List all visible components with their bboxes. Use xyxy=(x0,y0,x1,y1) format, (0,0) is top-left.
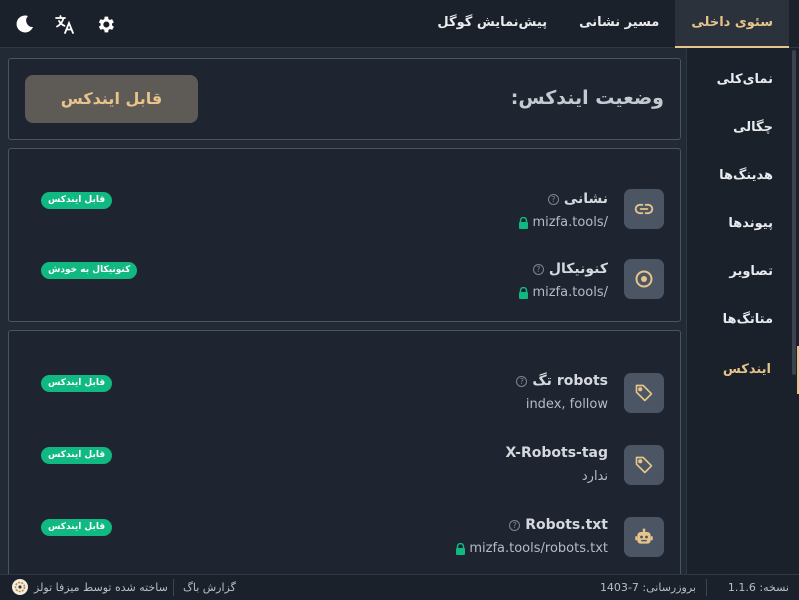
row-value: mizfa.tools/robots.txt xyxy=(455,541,608,556)
lock-icon xyxy=(456,542,466,555)
sidebar-item-density[interactable]: چگالی xyxy=(687,104,799,152)
url-panel: نشانی ? mizfa.tools/ قابل ایندکس کنونیکا… xyxy=(8,148,681,322)
status-badge: قابل ایندکس xyxy=(41,375,113,392)
row-value-text: mizfa.tools/ xyxy=(532,285,608,300)
row-title: نشانی ? xyxy=(547,191,608,207)
tag-icon xyxy=(624,445,664,485)
sidebar-item-overview[interactable]: نمای‌کلی xyxy=(687,56,799,104)
version-label: نسخه: 1.1.6 xyxy=(727,581,789,594)
list-item: robots تگ ? index, follow قابل ایندکس xyxy=(9,361,680,421)
row-value: ندارد xyxy=(582,469,608,484)
row-value-text: index, follow xyxy=(525,397,608,412)
link-icon xyxy=(624,189,664,229)
help-icon[interactable]: ? xyxy=(532,263,544,275)
row-value-text: ندارد xyxy=(581,469,608,484)
list-item: نشانی ? mizfa.tools/ قابل ایندکس xyxy=(9,179,680,239)
row-title: robots تگ ? xyxy=(516,373,608,389)
row-title: کنونیکال ? xyxy=(532,261,608,277)
moon-icon[interactable] xyxy=(14,12,36,36)
row-title-text: robots تگ xyxy=(532,373,608,389)
list-item: کنونیکال ? mizfa.tools/ کنونیکال به خودش xyxy=(9,249,680,309)
tab-google-preview[interactable]: پیش‌نمایش گوگل xyxy=(421,0,563,48)
footer-divider xyxy=(706,579,707,596)
sidebar: نمای‌کلی چگالی هدینگ‌ها پیوندها تصاویر م… xyxy=(686,48,799,574)
row-title-text: کنونیکال xyxy=(548,261,608,277)
row-title: Robots.txt ? xyxy=(509,517,608,533)
status-badge: کنونیکال به خودش xyxy=(41,262,138,279)
row-value: mizfa.tools/ xyxy=(518,215,608,230)
robot-icon xyxy=(624,517,664,557)
target-icon xyxy=(624,259,664,299)
row-value-text: mizfa.tools/robots.txt xyxy=(469,541,608,556)
footer: ساخته شده توسط میزفا تولز گزارش باگ بروز… xyxy=(0,574,799,600)
sidebar-item-links[interactable]: پیوندها xyxy=(687,200,799,248)
translate-icon[interactable] xyxy=(54,12,76,36)
row-title: X-Robots-tag xyxy=(506,445,609,461)
bug-report-link[interactable]: گزارش باگ xyxy=(183,581,236,594)
last-updated: بروزرسانی: 7-1403 xyxy=(599,581,696,594)
top-bar: سئوی داخلی مسیر نشانی پیش‌نمایش گوگل xyxy=(0,0,799,48)
row-value-text: mizfa.tools/ xyxy=(532,215,608,230)
gear-icon[interactable] xyxy=(94,12,116,36)
footer-divider xyxy=(173,579,174,596)
sidebar-item-index[interactable]: ایندکس xyxy=(687,346,799,394)
row-value: index, follow xyxy=(526,397,608,412)
sidebar-item-images[interactable]: تصاویر xyxy=(687,248,799,296)
tab-onpage-seo[interactable]: سئوی داخلی xyxy=(675,0,789,48)
row-value: mizfa.tools/ xyxy=(518,285,608,300)
help-icon[interactable]: ? xyxy=(516,375,528,387)
row-title-text: Robots.txt xyxy=(525,517,608,533)
help-icon[interactable]: ? xyxy=(509,519,521,531)
robots-panel: robots تگ ? index, follow قابل ایندکس X-… xyxy=(8,330,681,580)
list-item: Robots.txt ? mizfa.tools/robots.txt قابل… xyxy=(9,505,680,565)
help-icon[interactable]: ? xyxy=(547,193,559,205)
top-icons xyxy=(14,12,116,36)
list-item: X-Robots-tag ندارد قابل ایندکس xyxy=(9,433,680,493)
row-title-text: نشانی xyxy=(563,191,608,207)
made-by-link[interactable]: ساخته شده توسط میزفا تولز xyxy=(34,581,168,594)
sidebar-item-headings[interactable]: هدینگ‌ها xyxy=(687,152,799,200)
status-badge: قابل ایندکس xyxy=(41,519,113,536)
main-tabs: سئوی داخلی مسیر نشانی پیش‌نمایش گوگل xyxy=(421,0,789,48)
sidebar-item-metatags[interactable]: متاتگ‌ها xyxy=(687,296,799,344)
status-badge: قابل ایندکس xyxy=(41,192,113,209)
index-status-panel: وضعیت ایندکس: قابل ایندکس xyxy=(8,58,681,140)
lock-icon xyxy=(519,216,529,229)
tag-icon xyxy=(624,373,664,413)
tab-url-path[interactable]: مسیر نشانی xyxy=(563,0,675,48)
lock-icon xyxy=(519,286,529,299)
status-badge: قابل ایندکس xyxy=(41,447,113,464)
index-status-title: وضعیت ایندکس: xyxy=(510,87,664,109)
indexable-button[interactable]: قابل ایندکس xyxy=(25,75,198,123)
row-title-text: X-Robots-tag xyxy=(505,445,609,461)
mizfa-logo-icon xyxy=(12,579,28,595)
